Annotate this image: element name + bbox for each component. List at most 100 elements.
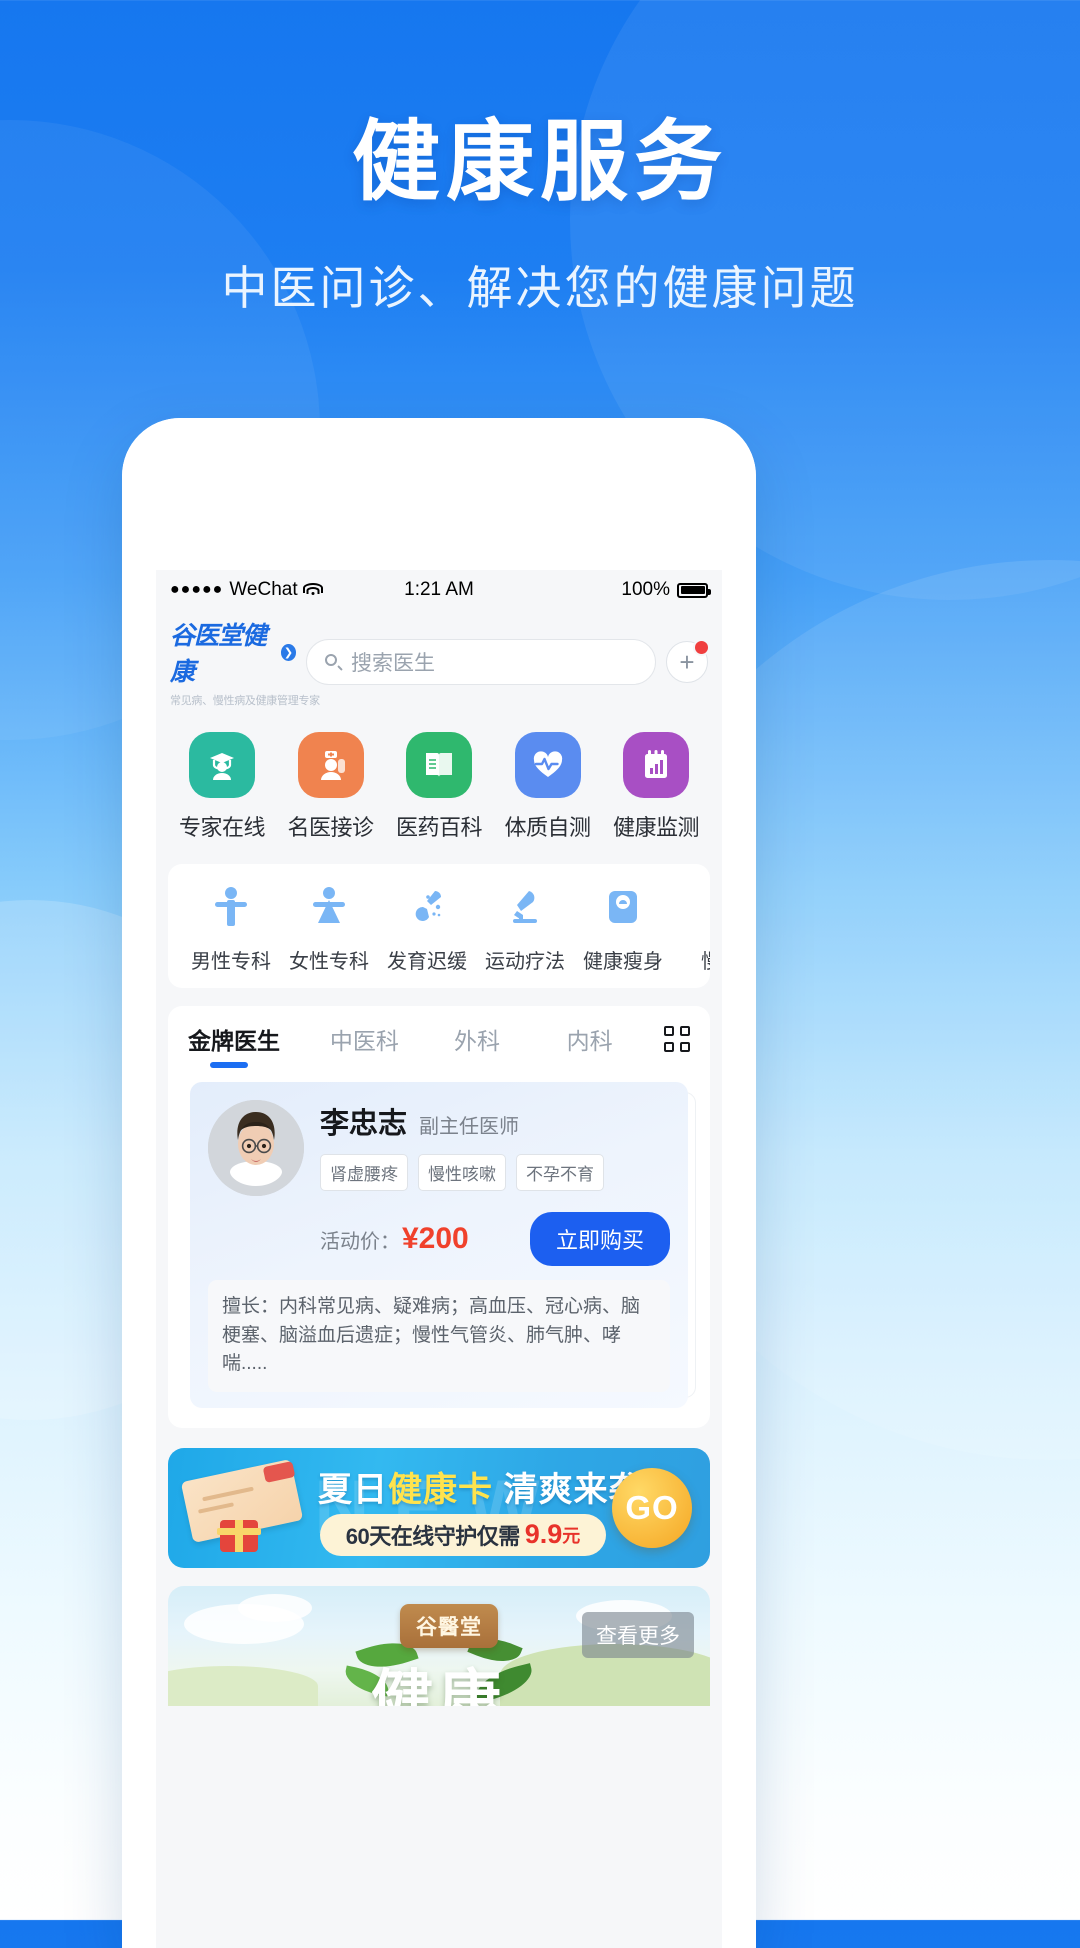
status-bar-time: 1:21 AM [404, 579, 474, 600]
promo-go-button[interactable]: GO [612, 1467, 692, 1548]
category-item-sport-therapy[interactable]: 运动疗法 [476, 882, 574, 974]
category-strip: 男性专科 女性专科 发育迟缓 运动疗法 健康瘦身 [168, 864, 710, 988]
phone-mockup: ●●●●● WeChat 1:21 AM 100% 谷医堂健康 ❯ 常见病、慢性… [122, 418, 756, 1948]
promo-headline-b: 健康卡 [388, 1470, 493, 1509]
promo-pill-text: 60天在线守护仅需 [345, 1523, 520, 1549]
chronic-icon [696, 882, 710, 932]
status-bar-left: ●●●●● WeChat [170, 579, 404, 601]
quick-item-label: 医药百科 [395, 815, 483, 840]
category-label: 慢病 [701, 945, 710, 974]
category-item-slimming[interactable]: 健康瘦身 [574, 882, 672, 974]
price-value: ¥200 [402, 1222, 469, 1255]
graduate-doctor-icon [189, 732, 255, 798]
category-item-female[interactable]: 女性专科 [280, 882, 378, 974]
doctor-card[interactable]: 李忠志 副主任医师 肾虚腰疼 慢性咳嗽 不孕不育 活动价： ¥200 立即购买 … [190, 1082, 688, 1408]
doctor-tag: 不孕不育 [516, 1154, 604, 1191]
tab-bar: 金牌医生 中医科 外科 内科 [168, 1022, 710, 1070]
phone-screen: ●●●●● WeChat 1:21 AM 100% 谷医堂健康 ❯ 常见病、慢性… [156, 570, 722, 1948]
add-button[interactable]: + [666, 639, 710, 683]
brand-block[interactable]: 谷医堂健康 ❯ 常见病、慢性病及健康管理专家 [170, 616, 320, 708]
doctor-tag: 肾虚腰疼 [320, 1154, 408, 1191]
app-header: 谷医堂健康 ❯ 常见病、慢性病及健康管理专家 搜索医生 + [156, 610, 722, 718]
male-figure-icon [206, 882, 256, 932]
quick-item-label: 名医接诊 [287, 815, 374, 840]
tab-label: 金牌医生 [188, 1028, 280, 1054]
battery-percent-label: 100% [621, 579, 670, 600]
category-label: 健康瘦身 [583, 951, 663, 973]
health-card-icon [180, 1458, 306, 1554]
promo-headline-a: 夏日 [318, 1470, 388, 1509]
doctor-name: 李忠志 [320, 1108, 408, 1140]
promo-headline: 夏日健康卡 清爽来袭 [318, 1462, 643, 1511]
category-label: 男性专科 [191, 951, 271, 973]
tab-label: 外科 [454, 1028, 500, 1054]
doctor-name-row: 李忠志 副主任医师 [320, 1100, 670, 1142]
quick-item-label: 专家在线 [178, 815, 266, 840]
book-icon [406, 732, 472, 798]
carrier-label: WeChat [229, 579, 298, 600]
doctor-info: 李忠志 副主任医师 肾虚腰疼 慢性咳嗽 不孕不育 [320, 1100, 670, 1196]
search-placeholder: 搜索医生 [351, 652, 435, 675]
category-item-growth[interactable]: 发育迟缓 [378, 882, 476, 974]
search-input[interactable]: 搜索医生 [306, 639, 656, 685]
tab-surgery[interactable]: 外科 [421, 1022, 534, 1070]
quick-item-famous-doctor[interactable]: 名医接诊 [287, 732, 375, 842]
doctor-tag: 慢性咳嗽 [418, 1154, 506, 1191]
gift-icon [217, 1519, 261, 1552]
wifi-icon [303, 583, 324, 597]
tab-underline [210, 1062, 248, 1068]
notification-badge [693, 639, 710, 656]
doctor-title: 副主任医师 [419, 1116, 520, 1138]
brand-name: 谷医堂健康 [170, 622, 267, 686]
growth-icon [402, 882, 452, 932]
price-label: 活动价： [320, 1230, 400, 1253]
status-bar-right: 100% [474, 579, 711, 601]
category-label: 女性专科 [289, 951, 369, 973]
quick-item-expert-online[interactable]: 专家在线 [178, 732, 266, 842]
view-more-button[interactable]: 查看更多 [582, 1611, 694, 1658]
battery-icon [677, 582, 711, 598]
buy-now-button[interactable]: 立即购买 [529, 1212, 670, 1266]
brand-tagline: 常见病、慢性病及健康管理专家 [170, 695, 320, 707]
microscope-icon [500, 882, 550, 932]
doctor-card-top: 李忠志 副主任医师 肾虚腰疼 慢性咳嗽 不孕不育 [208, 1100, 670, 1196]
status-bar: ●●●●● WeChat 1:21 AM 100% [156, 570, 722, 610]
page-subtitle: 中医问诊、解决您的健康问题 [221, 262, 859, 314]
category-label: 发育迟缓 [387, 951, 467, 973]
chevron-right-icon: ❯ [280, 643, 296, 661]
doctor-tags: 肾虚腰疼 慢性咳嗽 不孕不育 [320, 1154, 670, 1191]
quick-item-label: 体质自测 [504, 815, 591, 840]
category-label: 运动疗法 [485, 951, 565, 973]
brand-plaque: 谷醫堂 [400, 1603, 498, 1648]
brand-plaque-text: 谷醫堂 [416, 1615, 482, 1639]
female-figure-icon [304, 882, 354, 932]
quick-item-encyclopedia[interactable]: 医药百科 [395, 732, 483, 842]
doctor-description: 擅长：内科常见病、疑难病；高血压、冠心病、脑梗塞、脑溢血后遗症；慢性气管炎、肺气… [222, 1296, 641, 1374]
tab-gold-doctor[interactable]: 金牌医生 [188, 1022, 308, 1070]
search-icon [325, 653, 343, 671]
tab-label: 中医科 [329, 1028, 399, 1054]
page-title: 健康服务 [351, 112, 728, 211]
cloud-icon [238, 1593, 312, 1622]
quick-item-label: 健康监测 [612, 815, 700, 840]
tab-internal[interactable]: 内科 [533, 1022, 646, 1070]
promo-price-pill: 60天在线守护仅需 9.9 元 [320, 1513, 606, 1556]
quick-item-health-monitor[interactable]: 健康监测 [612, 732, 700, 842]
quick-item-constitution-test[interactable]: 体质自测 [504, 732, 592, 842]
category-item-chronic[interactable]: 慢病 [672, 882, 710, 974]
hero-section: 健康服务 中医问诊、解决您的健康问题 [0, 118, 1080, 318]
bottom-banner[interactable]: 谷醫堂 健康 查看更多 [168, 1585, 710, 1706]
tab-tcm[interactable]: 中医科 [308, 1022, 421, 1070]
category-item-male[interactable]: 男性专科 [182, 882, 280, 974]
doctor-card-stack: 李忠志 副主任医师 肾虚腰疼 慢性咳嗽 不孕不育 活动价： ¥200 立即购买 … [190, 1082, 696, 1408]
promo-pill-price: 9.9 [524, 1519, 563, 1549]
chart-clipboard-icon [623, 732, 689, 798]
avatar [208, 1100, 304, 1196]
signal-dots-icon: ●●●●● [170, 581, 224, 598]
price-row: 活动价： ¥200 立即购买 [208, 1212, 670, 1266]
tab-label: 内科 [566, 1028, 613, 1054]
category-row[interactable]: 男性专科 女性专科 发育迟缓 运动疗法 健康瘦身 [168, 882, 710, 974]
grid-menu-icon[interactable] [646, 1026, 691, 1066]
promo-banner[interactable]: NEW 夏日健康卡 清爽来袭 60天在线守护仅需 9.9 元 GO [168, 1447, 710, 1568]
doctor-section: 金牌医生 中医科 外科 内科 李忠志 副主任医师 肾虚腰疼 慢性咳嗽 不孕不育 … [168, 1006, 710, 1428]
